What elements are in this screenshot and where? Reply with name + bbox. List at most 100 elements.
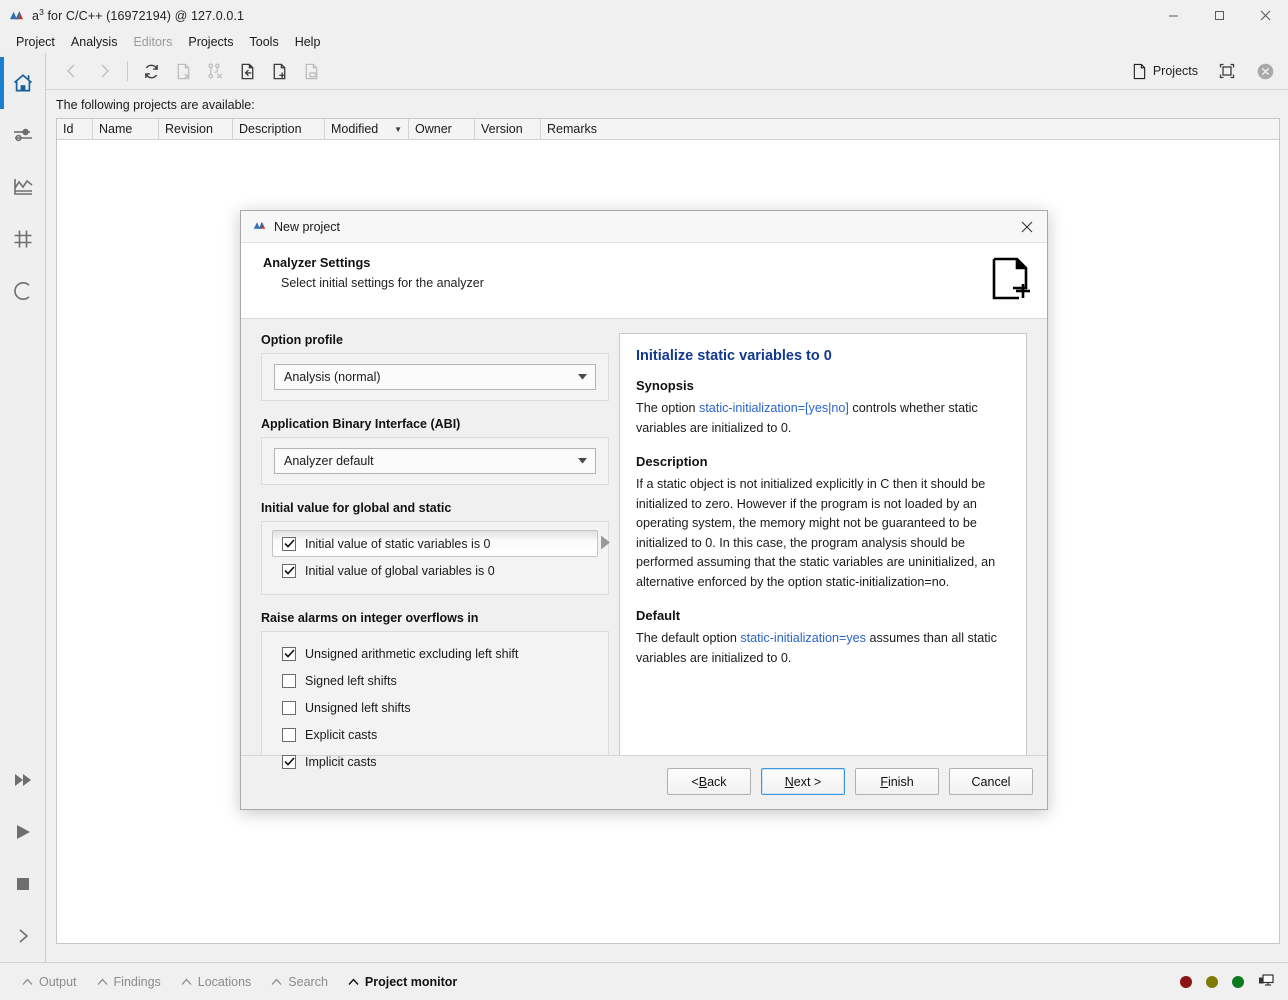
option-profile-select[interactable]: Analysis (normal)	[274, 364, 596, 390]
rail-item-stop[interactable]	[0, 858, 46, 910]
column-header-name[interactable]: Name	[93, 119, 159, 139]
initial-value-label: Initial value for global and static	[261, 501, 452, 515]
rail-item-fast-forward[interactable]	[0, 754, 46, 806]
checkbox-row-unsigned-left-shifts[interactable]: Unsigned left shifts	[272, 694, 598, 721]
back-button[interactable]	[56, 56, 88, 86]
fullscreen-button[interactable]	[1210, 56, 1244, 86]
import-project-button[interactable]	[231, 56, 263, 86]
help-column: Initialize static variables to 0 Synopsi…	[619, 333, 1027, 773]
checkbox-unsigned-left-shifts[interactable]	[282, 700, 296, 715]
menu-help[interactable]: Help	[287, 33, 329, 51]
checkbox-row-global-initial[interactable]: Initial value of global variables is 0	[272, 557, 598, 584]
column-header-modified[interactable]: Modified ▼	[325, 119, 409, 139]
status-item-project-monitor[interactable]: Project monitor	[338, 972, 467, 992]
rail-item-settings[interactable]	[0, 109, 46, 161]
window-title: a3 for C/C++ (16972194) @ 127.0.0.1	[32, 7, 245, 24]
close-button[interactable]	[1242, 0, 1288, 31]
refresh-button[interactable]	[135, 56, 167, 86]
main-pane: Projects The following projects are avai…	[46, 53, 1288, 962]
checkbox-label-signed-left-shifts: Signed left shifts	[305, 673, 397, 688]
status-item-output[interactable]: Output	[12, 972, 87, 992]
menu-analysis[interactable]: Analysis	[63, 33, 126, 51]
column-header-owner[interactable]: Owner	[409, 119, 475, 139]
status-item-findings[interactable]: Findings	[87, 972, 171, 992]
checkbox-label-global-initial: Initial value of global variables is 0	[305, 563, 495, 578]
menu-bar: Project Analysis Editors Projects Tools …	[0, 31, 1288, 53]
settings-column: Option profile Analysis (normal) Applica…	[261, 333, 610, 786]
forward-button[interactable]	[88, 56, 120, 86]
help-description-text: If a static object is not initialized ex…	[636, 477, 996, 589]
remote-monitor-icon[interactable]	[1258, 972, 1274, 991]
checkbox-row-implicit-casts[interactable]: Implicit casts	[272, 748, 598, 775]
rail-bottom-group	[0, 754, 45, 962]
projects-table-header: Id Name Revision Description Modified ▼ O…	[57, 119, 1279, 140]
title-bar: a3 for C/C++ (16972194) @ 127.0.0.1	[0, 0, 1288, 31]
application-window: a3 for C/C++ (16972194) @ 127.0.0.1 Proj…	[0, 0, 1288, 1000]
delete-branch-button[interactable]	[199, 56, 231, 86]
help-default-option-link[interactable]: static-initialization=yes	[740, 631, 866, 645]
rail-item-c-language[interactable]	[0, 265, 46, 317]
rail-item-grid[interactable]	[0, 213, 46, 265]
back-button[interactable]: < Back	[667, 768, 751, 795]
rail-item-expand[interactable]	[0, 910, 46, 962]
projects-tab-button[interactable]: Projects	[1124, 59, 1206, 84]
option-profile-label: Option profile	[261, 333, 343, 347]
chevron-up-icon	[22, 978, 33, 985]
cancel-button[interactable]: Cancel	[949, 768, 1033, 795]
toolbar-separator	[127, 61, 128, 81]
help-synopsis-option-link[interactable]: static-initialization=[yes|no]	[699, 401, 849, 415]
checkbox-row-explicit-casts[interactable]: Explicit casts	[272, 721, 598, 748]
checkbox-global-initial[interactable]	[282, 563, 296, 578]
column-header-version[interactable]: Version	[475, 119, 541, 139]
delete-project-button[interactable]	[167, 56, 199, 86]
checkbox-row-static-initial[interactable]: Initial value of static variables is 0	[272, 530, 610, 557]
new-project-button[interactable]	[263, 56, 295, 86]
abi-group: Application Binary Interface (ABI) Analy…	[261, 417, 609, 485]
column-header-remarks[interactable]: Remarks	[541, 119, 1279, 139]
help-panel: Initialize static variables to 0 Synopsi…	[619, 333, 1027, 773]
column-header-description[interactable]: Description	[233, 119, 325, 139]
overflow-group: Raise alarms on integer overflows in Uns…	[261, 611, 609, 786]
save-project-button[interactable]	[295, 56, 327, 86]
dialog-body: Option profile Analysis (normal) Applica…	[241, 319, 1047, 786]
checkbox-explicit-casts[interactable]	[282, 727, 296, 742]
status-item-locations[interactable]: Locations	[171, 972, 262, 992]
checkbox-row-unsigned-arithmetic[interactable]: Unsigned arithmetic excluding left shift	[272, 640, 598, 667]
finish-button[interactable]: Finish	[855, 768, 939, 795]
checkbox-unsigned-arithmetic[interactable]	[282, 646, 296, 661]
checkbox-row-signed-left-shifts[interactable]: Signed left shifts	[272, 667, 598, 694]
abi-box: Analyzer default	[261, 437, 609, 485]
checkbox-implicit-casts[interactable]	[282, 754, 296, 769]
checkbox-signed-left-shifts[interactable]	[282, 673, 296, 688]
abi-select[interactable]: Analyzer default	[274, 448, 596, 474]
new-project-dialog: New project Analyzer Settings Select ini…	[240, 210, 1048, 810]
menu-projects[interactable]: Projects	[180, 33, 241, 51]
status-item-locations-label: Locations	[197, 974, 252, 989]
column-header-id[interactable]: Id	[57, 119, 93, 139]
status-item-findings-label: Findings	[113, 974, 161, 989]
rail-item-home[interactable]	[0, 57, 46, 109]
dialog-close-button[interactable]	[1007, 211, 1047, 243]
dialog-header-text-group: Analyzer Settings Select initial setting…	[263, 255, 484, 290]
rail-top-group	[0, 53, 45, 317]
close-view-button[interactable]	[1248, 56, 1282, 86]
checkbox-label-explicit-casts: Explicit casts	[305, 727, 378, 742]
rail-item-play[interactable]	[0, 806, 46, 858]
overflow-label: Raise alarms on integer overflows in	[261, 611, 479, 625]
sort-descending-icon: ▼	[394, 124, 402, 134]
next-button[interactable]: Next >	[761, 768, 845, 795]
maximize-button[interactable]	[1196, 0, 1242, 31]
column-header-revision[interactable]: Revision	[159, 119, 233, 139]
help-synopsis-text: The option static-initialization=[yes|no…	[636, 401, 978, 435]
checkbox-static-initial[interactable]	[282, 536, 296, 551]
status-dot-green	[1232, 975, 1244, 988]
menu-project[interactable]: Project	[8, 33, 63, 51]
toolbar: Projects	[46, 53, 1288, 90]
rail-item-analysis-chart[interactable]	[0, 161, 46, 213]
selection-arrow-icon	[601, 535, 610, 552]
body-region: Projects The following projects are avai…	[0, 53, 1288, 962]
minimize-button[interactable]	[1150, 0, 1196, 31]
menu-tools[interactable]: Tools	[242, 33, 287, 51]
status-item-search[interactable]: Search	[261, 972, 338, 992]
chevron-down-icon	[573, 449, 591, 473]
